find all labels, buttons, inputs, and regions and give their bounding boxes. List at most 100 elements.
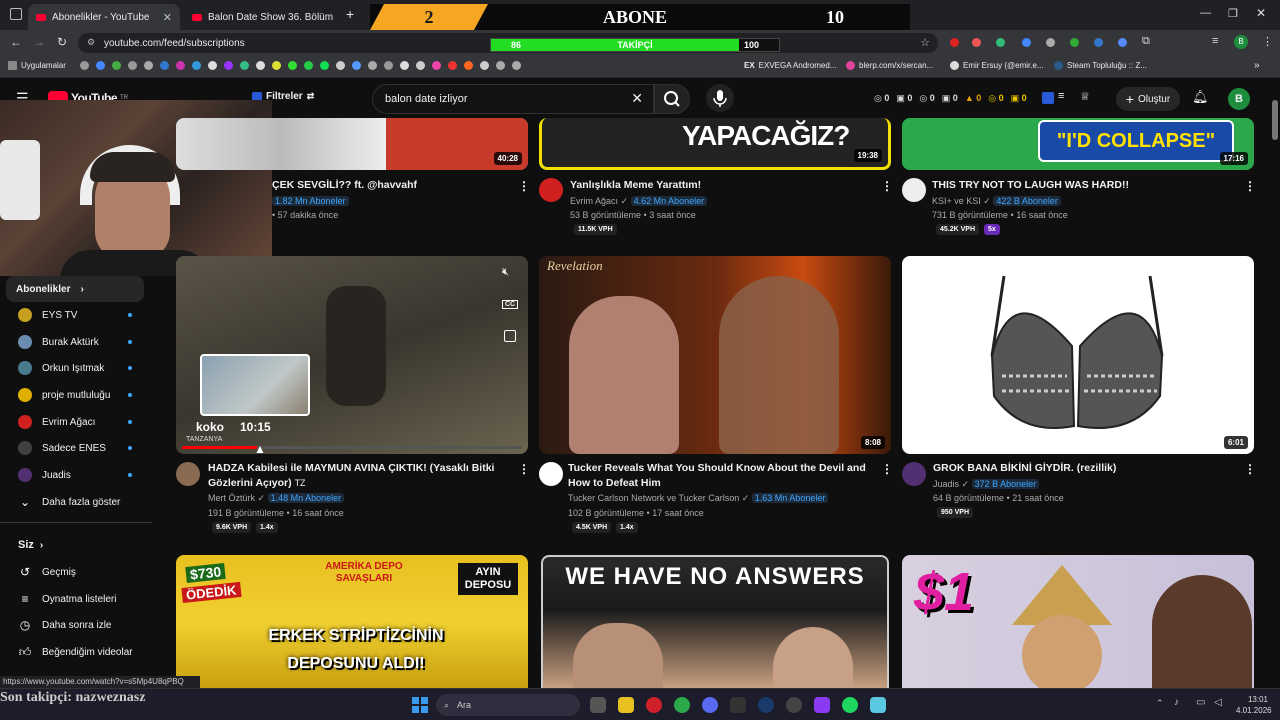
file-explorer-icon[interactable] [618, 697, 634, 713]
video-title[interactable]: Yanlışlıkla Meme Yarattım! [570, 178, 870, 193]
video-menu-icon[interactable]: ⋮ [518, 462, 530, 476]
bookmark-apps[interactable]: Uygulamalar [8, 61, 66, 70]
steam-icon[interactable] [758, 697, 774, 713]
network-icon[interactable]: ▭ [1196, 697, 1205, 708]
channel-name[interactable]: KSI+ ve KSI [932, 196, 981, 206]
channel-avatar[interactable] [176, 462, 200, 486]
epic-games-icon[interactable] [730, 697, 746, 713]
show-more-button[interactable]: ⌄ Daha fazla göster [0, 489, 150, 515]
video-thumbnail[interactable]: 6:01 [902, 256, 1254, 454]
sidebar-channel[interactable]: Evrim Ağacı [0, 409, 150, 435]
queue-icon[interactable] [504, 330, 516, 342]
bookmark-blerp[interactable]: blerp.com/x/sercan... [846, 61, 933, 70]
taskbar-search[interactable]: ⌕ Ara [436, 694, 580, 716]
extension-icon[interactable] [972, 38, 981, 47]
volume-icon[interactable]: ◁ [1214, 697, 1222, 708]
search-input[interactable]: balon date izliyor ✕ [372, 84, 654, 114]
video-title[interactable]: ÇEK SEVGİLİ?? ft. @havvahf [272, 178, 512, 193]
media-control-icon[interactable]: ≡ [1212, 35, 1218, 47]
window-close-icon[interactable]: ✕ [1256, 6, 1266, 20]
sidebar-you-heading[interactable]: Siz › [0, 532, 150, 558]
minimize-icon[interactable]: — [1200, 7, 1211, 19]
video-title[interactable]: HADZA Kabilesi ile MAYMUN AVINA ÇIKTIK! … [208, 461, 508, 491]
new-tab-icon[interactable]: + [346, 6, 354, 22]
windows-start-icon[interactable] [412, 697, 428, 713]
clear-search-icon[interactable]: ✕ [631, 90, 643, 107]
extension-icon[interactable] [1046, 38, 1055, 47]
sidebar-channel[interactable]: EYS TV [0, 302, 150, 328]
captions-icon[interactable]: CC [502, 300, 519, 309]
video-menu-icon[interactable]: ⋮ [1244, 179, 1256, 193]
obs-icon[interactable] [786, 697, 802, 713]
opera-icon[interactable] [646, 697, 662, 713]
trophy-icon[interactable]: ♕ [1080, 90, 1090, 103]
channel-name[interactable]: Mert Öztürk [208, 493, 255, 503]
browser-menu-icon[interactable]: ⋮ [1262, 35, 1273, 48]
sidebar-item-playlists[interactable]: ≡ Oynatma listeleri [0, 586, 150, 612]
tab-balon-date[interactable]: Balon Date Show 36. Bölüm - Yo ✕ [184, 4, 336, 30]
channel-name[interactable]: Evrim Ağacı [570, 196, 618, 206]
video-thumbnail[interactable]: "I'D COLLAPSE" 17:16 [902, 118, 1254, 170]
sidebar-subscriptions-heading[interactable]: Abonelikler › [6, 276, 144, 302]
extension-icon[interactable] [950, 38, 959, 47]
chrome-icon[interactable] [674, 697, 690, 713]
extension-icon[interactable] [1118, 38, 1127, 47]
extension-icon[interactable] [1094, 38, 1103, 47]
reload-icon[interactable]: ↻ [57, 35, 67, 49]
tray-chevron-icon[interactable]: ⌃ [1156, 698, 1164, 709]
sidebar-item-liked[interactable]: 👍︎ Beğendiğim videolar [0, 639, 150, 665]
app-icon[interactable] [814, 697, 830, 713]
list-icon[interactable]: ≡ [1058, 90, 1064, 102]
video-thumbnail[interactable]: 40:28 [176, 118, 528, 170]
tab-subscriptions[interactable]: Abonelikler - YouTube ✕ [28, 4, 180, 30]
video-menu-icon[interactable]: ⋮ [881, 462, 893, 476]
video-menu-icon[interactable]: ⋮ [518, 179, 530, 193]
video-thumbnail[interactable]: $1 [902, 555, 1254, 688]
extension-icon[interactable] [1042, 92, 1054, 104]
taskbar-clock[interactable]: 13:01 4.01.2026 [1236, 694, 1272, 716]
maximize-icon[interactable]: ❐ [1228, 7, 1238, 20]
forward-icon[interactable]: → [33, 35, 45, 49]
extension-icon[interactable] [1022, 38, 1031, 47]
video-title[interactable]: THIS TRY NOT TO LAUGH WAS HARD!! [932, 178, 1232, 193]
channel-avatar[interactable] [539, 178, 563, 202]
extensions-puzzle-icon[interactable]: ⧉ [1142, 35, 1150, 48]
preview-progress-track[interactable] [182, 446, 522, 449]
video-thumbnail-preview[interactable]: 🔇︎ CC koko 10:15 TANZANYA ▲ [176, 256, 528, 454]
discord-icon[interactable] [702, 697, 718, 713]
bookmark-icon-row[interactable] [80, 61, 521, 70]
sidebar-channel[interactable]: Juadis [0, 462, 150, 488]
channel-avatar[interactable] [539, 462, 563, 486]
video-title[interactable]: GROK BANA BİKİNİ GİYDİR. (rezillik) [933, 461, 1233, 476]
sidebar-item-history[interactable]: ↺ Geçmiş [0, 559, 150, 585]
video-thumbnail[interactable]: WE HAVE NO ANSWERS [541, 555, 889, 688]
video-title[interactable]: Tucker Reveals What You Should Know Abou… [568, 461, 880, 491]
video-thumbnail[interactable]: Revelation 8:08 [539, 256, 891, 454]
search-button[interactable] [654, 84, 690, 114]
channel-name[interactable]: Juadis [933, 479, 959, 489]
bookmark-star-icon[interactable]: ☆ [920, 36, 930, 49]
sidebar-channel[interactable]: Orkun Işıtmak [0, 355, 150, 381]
mute-icon[interactable]: 🔇︎ [502, 266, 509, 279]
channel-name[interactable]: Tucker Carlson Network ve Tucker Carlson [568, 493, 739, 503]
video-thumbnail[interactable]: $730 ÖDEDİK AMERİKA DEPO SAVAŞLARI AYIN … [176, 555, 528, 688]
more-bookmarks-icon[interactable]: » [1254, 60, 1260, 71]
bookmark-emir[interactable]: Emir Ersuy (@emir.e... [950, 61, 1044, 70]
back-icon[interactable]: ← [10, 35, 22, 49]
video-thumbnail[interactable]: YAPACAĞIZ? 19:38 [539, 118, 891, 170]
tab-search-icon[interactable] [10, 8, 22, 20]
sidebar-channel[interactable]: Burak Aktürk [0, 329, 150, 355]
video-menu-icon[interactable]: ⋮ [881, 179, 893, 193]
page-scrollbar-thumb[interactable] [1272, 100, 1278, 140]
create-button[interactable]: + Oluştur [1116, 87, 1180, 111]
spotify-icon[interactable] [842, 697, 858, 713]
sidebar-channel[interactable]: proje mutluluğu [0, 382, 150, 408]
profile-avatar[interactable]: B [1234, 35, 1248, 49]
tray-mic-icon[interactable]: ♪ [1174, 697, 1179, 708]
notifications-bell-icon[interactable]: 🔔︎ [1192, 89, 1209, 105]
account-avatar[interactable]: B [1228, 88, 1250, 110]
app-icon[interactable] [870, 697, 886, 713]
close-tab-icon[interactable]: ✕ [163, 11, 172, 24]
sidebar-channel[interactable]: Sadece ENES [0, 435, 150, 461]
bookmark-steam[interactable]: Steam Topluluğu :: Z... [1054, 61, 1147, 70]
